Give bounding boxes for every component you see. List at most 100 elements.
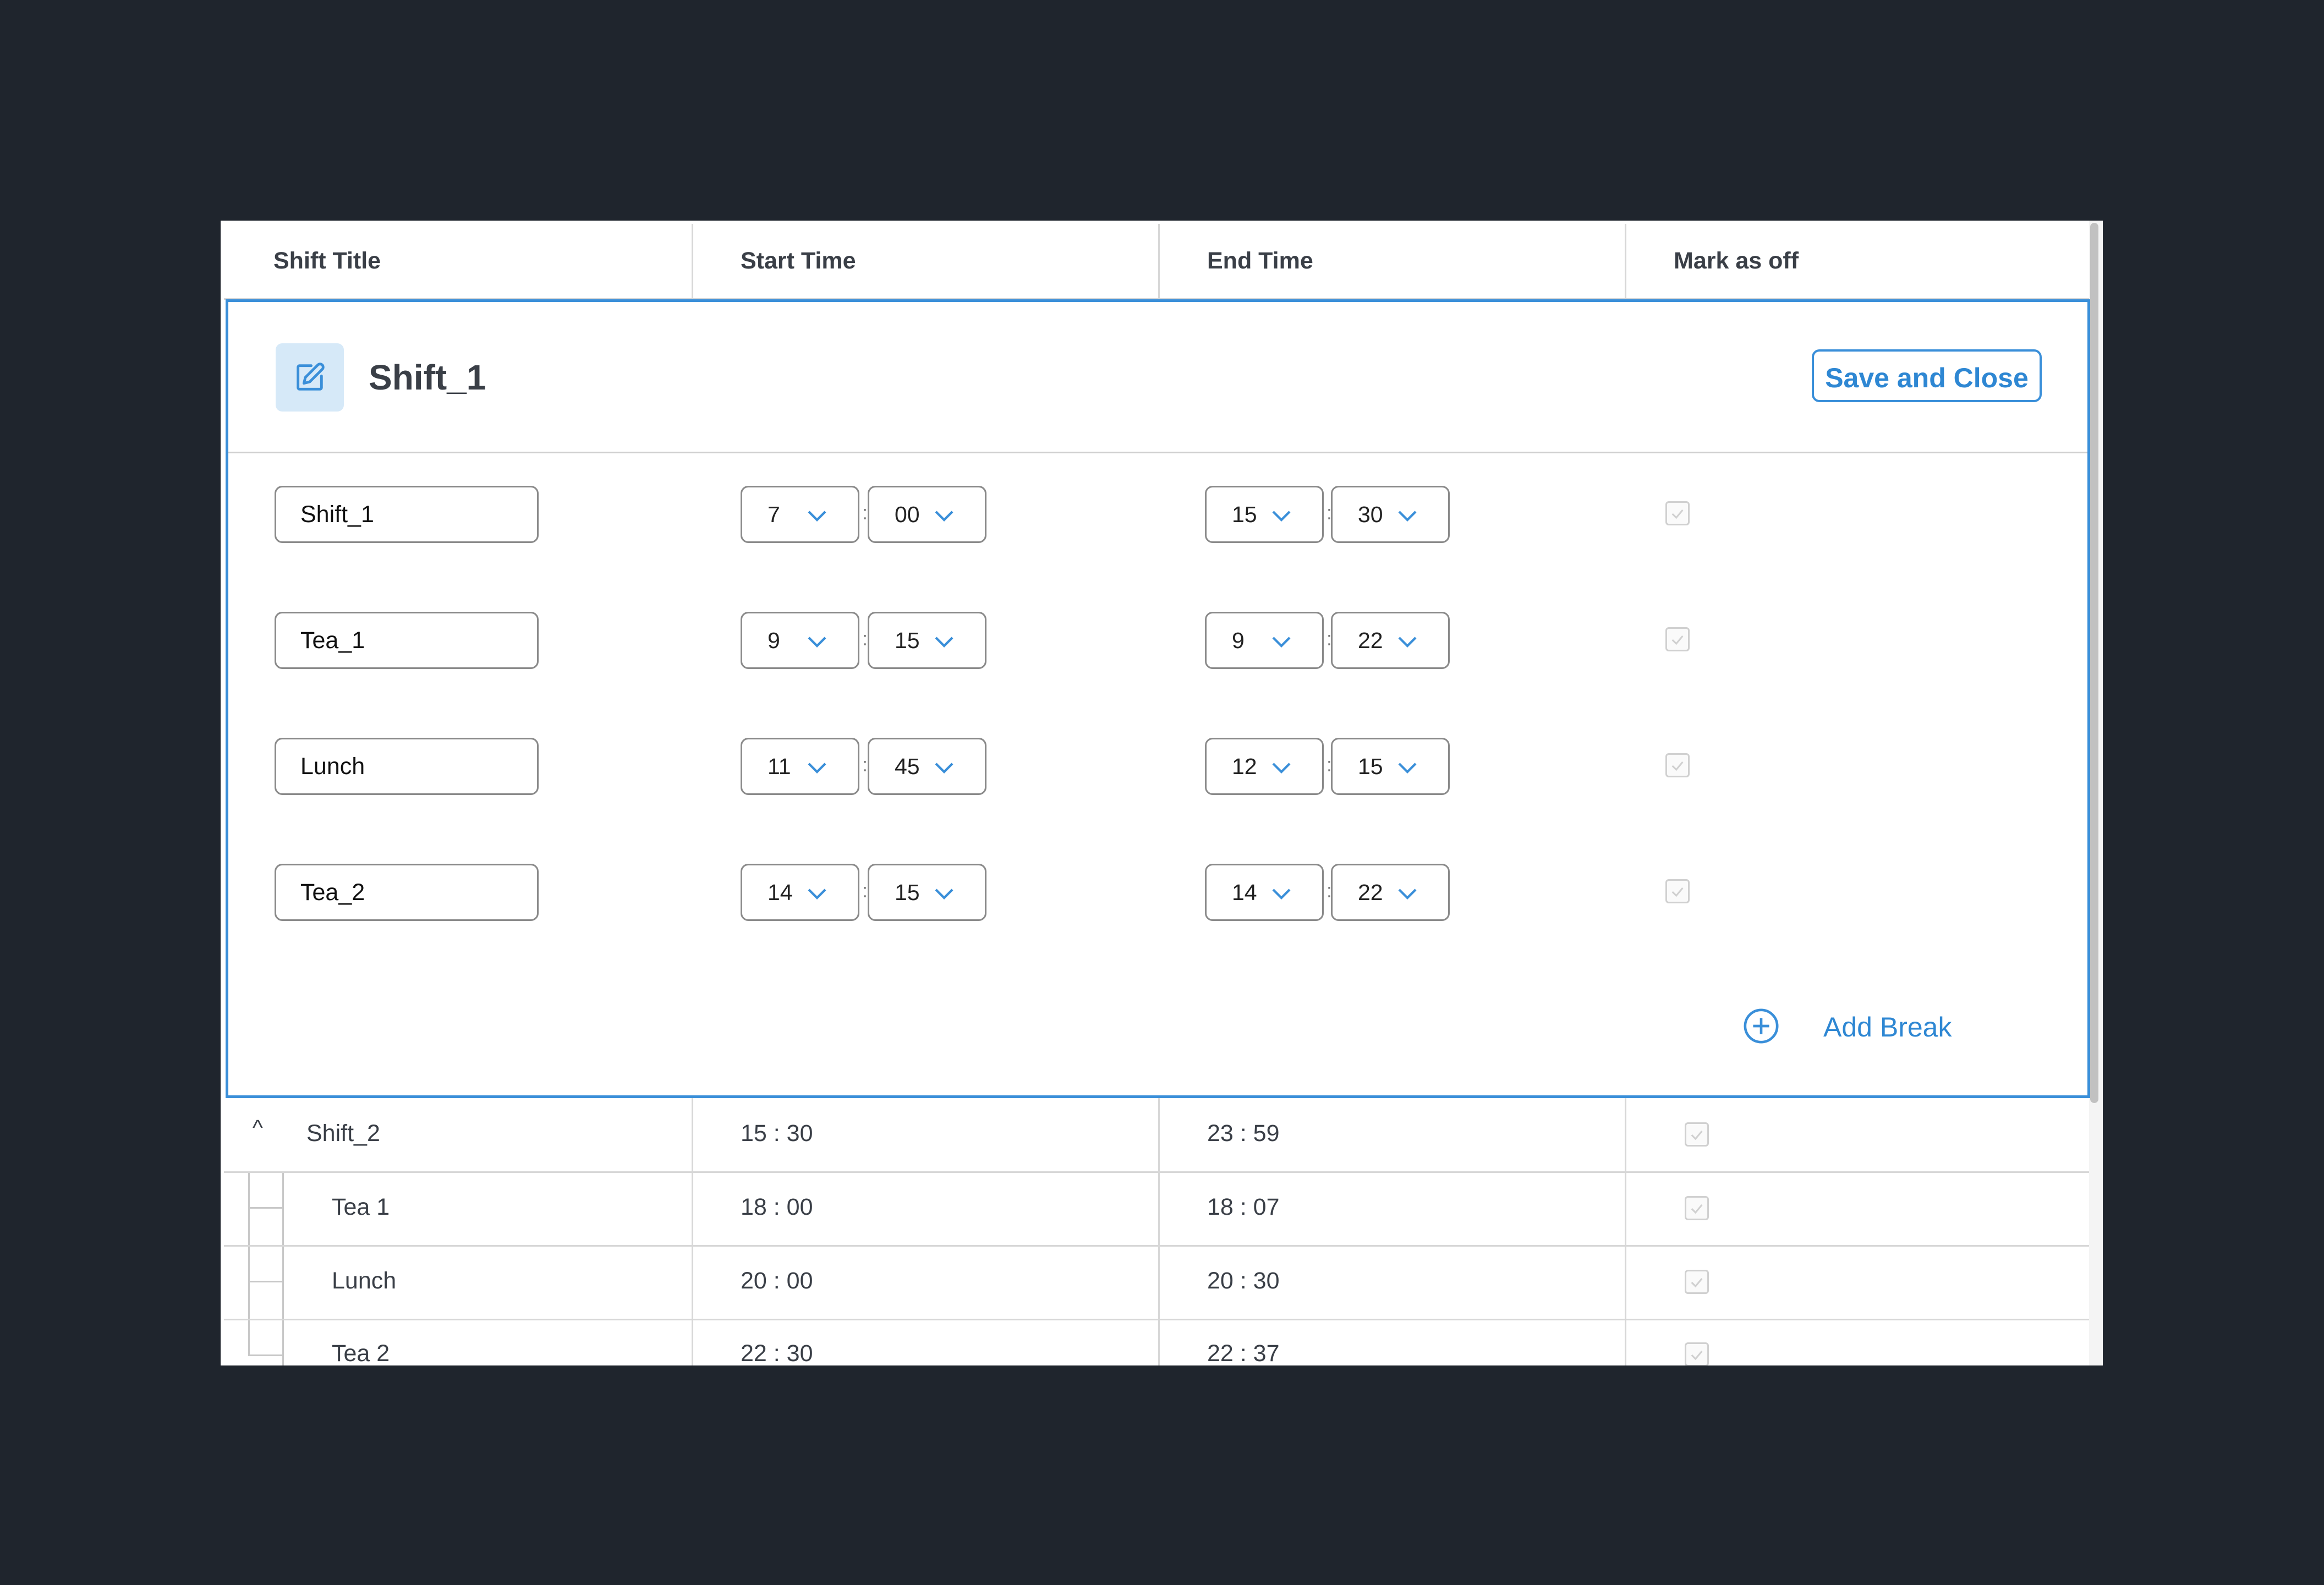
chevron-down-icon (1272, 637, 1291, 648)
end-time-cell: 23 : 59 (1158, 1098, 1625, 1171)
shift-title-cell: Tea 2 (224, 1320, 692, 1365)
mark-as-off-checkbox[interactable] (1665, 753, 1690, 777)
tree-line (248, 1247, 250, 1319)
end-minute-value: 22 (1358, 628, 1383, 653)
tree-line (248, 1207, 282, 1209)
column-header-end-time: End Time (1158, 224, 1625, 298)
table-row[interactable]: Tea 2 22 : 30 22 : 37 (224, 1320, 2089, 1365)
mark-as-off-checkbox[interactable] (1685, 1342, 1709, 1365)
chevron-down-icon (808, 511, 826, 522)
start-hour-select[interactable]: 14 (741, 864, 859, 921)
start-minute-select[interactable]: 15 (868, 612, 986, 669)
break-title-input[interactable]: Lunch (275, 738, 539, 795)
shift-title-cell: Tea 1 (224, 1173, 692, 1245)
end-minute-select[interactable]: 30 (1331, 486, 1450, 543)
break-title: Tea 1 (332, 1194, 390, 1220)
shift-title: Shift_2 (306, 1120, 380, 1147)
check-icon (1691, 1278, 1703, 1288)
start-hour-select[interactable]: 7 (741, 486, 859, 543)
column-header-start-time: Start Time (692, 224, 1158, 298)
start-time: 20 : 00 (741, 1268, 813, 1294)
column-header-mark-as-off: Mark as off (1625, 224, 2089, 298)
start-hour-select[interactable]: 11 (741, 738, 859, 795)
chevron-down-icon (935, 637, 953, 648)
end-hour-value: 15 (1232, 502, 1257, 527)
end-time-cell: 18 : 07 (1158, 1173, 1625, 1245)
mark-as-off-cell (1625, 1247, 2089, 1319)
start-hour-value: 14 (768, 880, 793, 905)
chevron-down-icon (1398, 889, 1417, 900)
start-time: 18 : 00 (741, 1194, 813, 1220)
save-and-close-button[interactable]: Save and Close (1812, 349, 2042, 402)
editor-row-shift: Shift_1 7 : 00 15 : 30 (228, 486, 2087, 543)
end-minute-value: 30 (1358, 502, 1383, 527)
tree-line (248, 1320, 250, 1354)
tree-line (248, 1281, 282, 1282)
start-time-cell: 15 : 30 (692, 1098, 1158, 1171)
break-title-input[interactable]: Tea_2 (275, 864, 539, 921)
end-minute-value: 22 (1358, 880, 1383, 905)
start-hour-select[interactable]: 9 (741, 612, 859, 669)
check-icon (1691, 1351, 1703, 1361)
start-minute-value: 15 (895, 628, 920, 653)
mark-as-off-checkbox[interactable] (1685, 1270, 1709, 1294)
break-title-input[interactable]: Tea_1 (275, 612, 539, 669)
edit-icon-button[interactable] (276, 343, 344, 412)
chevron-down-icon (808, 763, 826, 774)
scrollbar-thumb[interactable] (2090, 223, 2098, 1103)
chevron-up-icon[interactable]: ^ (253, 1116, 263, 1140)
start-time-cell: 20 : 00 (692, 1247, 1158, 1319)
end-hour-value: 9 (1232, 628, 1245, 653)
end-hour-select[interactable]: 15 (1205, 486, 1324, 543)
chevron-down-icon (808, 637, 826, 648)
chevron-down-icon (935, 889, 953, 900)
chevron-down-icon (1398, 637, 1417, 648)
table-row[interactable]: Lunch 20 : 00 20 : 30 (224, 1247, 2089, 1320)
end-hour-select[interactable]: 9 (1205, 612, 1324, 669)
table-row[interactable]: ^ Shift_2 15 : 30 23 : 59 (224, 1098, 2089, 1173)
start-minute-select[interactable]: 45 (868, 738, 986, 795)
check-icon (1671, 887, 1684, 897)
tree-line (282, 1320, 284, 1365)
mark-as-off-checkbox[interactable] (1665, 627, 1690, 651)
shift-title-cell: ^ Shift_2 (224, 1098, 692, 1171)
editor-row-break: Lunch 11 : 45 12 : 15 (228, 738, 2087, 795)
start-time: 15 : 30 (741, 1120, 813, 1147)
start-minute-value: 45 (895, 754, 920, 779)
add-break-label: Add Break (1823, 1012, 1952, 1043)
mark-as-off-cell (1625, 1173, 2089, 1245)
end-minute-select[interactable]: 15 (1331, 738, 1450, 795)
start-minute-select[interactable]: 00 (868, 486, 986, 543)
tree-line (248, 1354, 282, 1356)
end-time: 23 : 59 (1207, 1120, 1280, 1147)
start-minute-value: 00 (895, 502, 920, 527)
shift-editor: Shift_1 Save and Close Shift_1 7 : 00 15… (226, 299, 2090, 1098)
shift-title-cell: Lunch (224, 1247, 692, 1319)
end-minute-select[interactable]: 22 (1331, 864, 1450, 921)
mark-as-off-checkbox[interactable] (1665, 879, 1690, 903)
end-hour-value: 14 (1232, 880, 1257, 905)
check-icon (1691, 1131, 1703, 1140)
time-separator: : (862, 627, 868, 650)
break-title: Lunch (332, 1268, 397, 1294)
end-minute-select[interactable]: 22 (1331, 612, 1450, 669)
check-icon (1671, 761, 1684, 771)
end-hour-select[interactable]: 12 (1205, 738, 1324, 795)
shift-title-input[interactable]: Shift_1 (275, 486, 539, 543)
check-icon (1671, 635, 1684, 645)
start-minute-select[interactable]: 15 (868, 864, 986, 921)
tree-line (282, 1173, 284, 1245)
end-hour-select[interactable]: 14 (1205, 864, 1324, 921)
start-time-cell: 18 : 00 (692, 1173, 1158, 1245)
mark-as-off-checkbox[interactable] (1665, 501, 1690, 525)
table-header: Shift Title Start Time End Time Mark as … (224, 224, 2089, 300)
end-minute-value: 15 (1358, 754, 1383, 779)
end-hour-value: 12 (1232, 754, 1257, 779)
mark-as-off-checkbox[interactable] (1685, 1122, 1709, 1147)
mark-as-off-checkbox[interactable] (1685, 1196, 1709, 1220)
time-separator: : (862, 501, 868, 524)
table-row[interactable]: Tea 1 18 : 00 18 : 07 (224, 1173, 2089, 1247)
start-time-cell: 22 : 30 (692, 1320, 1158, 1365)
check-icon (1671, 509, 1684, 519)
end-time: 18 : 07 (1207, 1194, 1280, 1220)
